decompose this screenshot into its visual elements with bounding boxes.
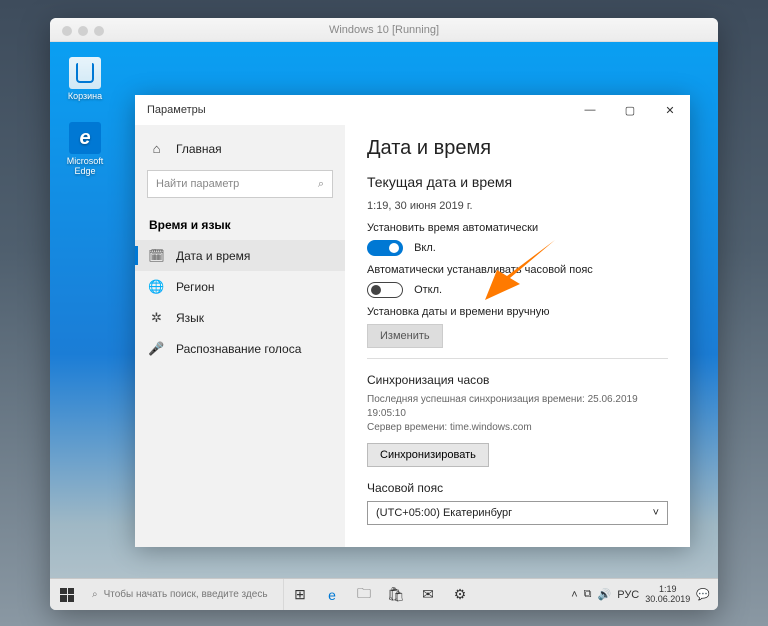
- microphone-icon: 🎤: [149, 341, 164, 356]
- taskbar-app-mail[interactable]: ✉: [412, 579, 444, 610]
- sidebar-item-label: Дата и время: [176, 249, 250, 263]
- taskbar-app-explorer[interactable]: 🗀: [348, 579, 380, 610]
- search-placeholder: Найти параметр: [156, 178, 239, 190]
- sidebar-section-heading: Время и язык: [135, 208, 345, 240]
- section-timezone-title: Часовой пояс: [367, 481, 668, 495]
- sidebar-item-region[interactable]: 🌐 Регион: [135, 271, 345, 302]
- language-icon: ✲: [149, 310, 164, 325]
- sync-server-value: Сервер времени: time.windows.com: [367, 421, 668, 435]
- desktop-icon-label: Microsoft Edge: [60, 156, 110, 176]
- settings-search-input[interactable]: Найти параметр ⌕: [147, 170, 333, 198]
- divider: [367, 358, 668, 359]
- timezone-dropdown[interactable]: (UTC+05:00) Екатеринбург ˅: [367, 501, 668, 525]
- chevron-down-icon: ˅: [653, 507, 659, 519]
- close-button[interactable]: ✕: [650, 95, 690, 125]
- tray-network-icon[interactable]: ⧉: [584, 588, 592, 601]
- toggle-auto-timezone-state: Откл.: [414, 284, 442, 296]
- settings-window: Параметры — ▢ ✕ ⌂ Главная Найти параметр…: [135, 95, 690, 547]
- label-auto-time: Установить время автоматически: [367, 222, 668, 234]
- task-view-button[interactable]: ⊞: [284, 579, 316, 610]
- settings-content: Дата и время Текущая дата и время 1:19, …: [345, 125, 690, 547]
- settings-title: Параметры: [147, 104, 206, 116]
- section-current-datetime: Текущая дата и время: [367, 174, 668, 190]
- sidebar-item-language[interactable]: ✲ Язык: [135, 302, 345, 333]
- windows-desktop[interactable]: Корзина e Microsoft Edge Параметры — ▢ ✕…: [50, 42, 718, 610]
- label-auto-timezone: Автоматически устанавливать часовой пояс: [367, 264, 668, 276]
- desktop-icon-label: Корзина: [60, 91, 110, 101]
- sidebar-item-date-time[interactable]: 🗓 Дата и время: [135, 240, 345, 271]
- sidebar-item-label: Язык: [176, 311, 204, 325]
- sidebar-item-home[interactable]: ⌂ Главная: [135, 133, 345, 164]
- start-button[interactable]: [50, 579, 84, 610]
- taskbar-app-settings[interactable]: ⚙: [444, 579, 476, 610]
- current-datetime-value: 1:19, 30 июня 2019 г.: [367, 200, 668, 212]
- home-icon: ⌂: [149, 141, 164, 156]
- taskbar-search-placeholder: Чтобы начать поиск, введите здесь: [104, 589, 268, 600]
- globe-icon: 🌐: [149, 279, 164, 294]
- toggle-auto-time-state: Вкл.: [414, 242, 436, 254]
- vm-titlebar[interactable]: Windows 10 [Running]: [50, 18, 718, 42]
- sidebar-item-label: Распознавание голоса: [176, 342, 301, 356]
- vm-traffic-lights[interactable]: [62, 26, 104, 36]
- vm-window: Windows 10 [Running] Корзина e Microsoft…: [50, 18, 718, 610]
- settings-titlebar[interactable]: Параметры — ▢ ✕: [135, 95, 690, 125]
- tray-date: 30.06.2019: [645, 595, 690, 605]
- vm-title: Windows 10 [Running]: [329, 24, 439, 36]
- taskbar-search-input[interactable]: ⌕ Чтобы начать поиск, введите здесь: [84, 579, 284, 610]
- sidebar-item-label: Регион: [176, 280, 215, 294]
- tray-notifications-icon[interactable]: 💬: [696, 588, 710, 601]
- tray-chevron-up-icon[interactable]: ˄: [571, 589, 577, 601]
- taskbar-app-store[interactable]: 🛍: [380, 579, 412, 610]
- tray-language-indicator[interactable]: РУС: [617, 589, 639, 601]
- edge-icon: e: [69, 122, 101, 154]
- tray-volume-icon[interactable]: 🔊: [598, 588, 612, 601]
- taskbar: ⌕ Чтобы начать поиск, введите здесь ⊞ e …: [50, 578, 718, 610]
- section-sync-title: Синхронизация часов: [367, 373, 668, 387]
- windows-logo-icon: [60, 588, 74, 602]
- search-icon: ⌕: [318, 178, 324, 191]
- sync-last-value: Последняя успешная синхронизация времени…: [367, 393, 668, 421]
- label-manual-set: Установка даты и времени вручную: [367, 306, 668, 318]
- desktop-icon-edge[interactable]: e Microsoft Edge: [60, 122, 110, 176]
- toggle-auto-time[interactable]: [367, 240, 403, 256]
- sidebar-item-speech[interactable]: 🎤 Распознавание голоса: [135, 333, 345, 364]
- recycle-bin-icon: [69, 57, 101, 89]
- page-title: Дата и время: [367, 137, 668, 160]
- timezone-value: (UTC+05:00) Екатеринбург: [376, 507, 512, 519]
- sync-now-button[interactable]: Синхронизировать: [367, 443, 489, 467]
- toggle-auto-timezone[interactable]: [367, 282, 403, 298]
- tray-clock[interactable]: 1:19 30.06.2019: [645, 585, 690, 605]
- sidebar-item-label: Главная: [176, 142, 222, 156]
- search-icon: ⌕: [92, 589, 98, 600]
- maximize-button[interactable]: ▢: [610, 95, 650, 125]
- calendar-icon: 🗓: [149, 248, 164, 263]
- taskbar-app-edge[interactable]: e: [316, 579, 348, 610]
- change-datetime-button[interactable]: Изменить: [367, 324, 443, 348]
- minimize-button[interactable]: —: [570, 95, 610, 125]
- settings-sidebar: ⌂ Главная Найти параметр ⌕ Время и язык …: [135, 125, 345, 547]
- desktop-icon-recycle-bin[interactable]: Корзина: [60, 57, 110, 101]
